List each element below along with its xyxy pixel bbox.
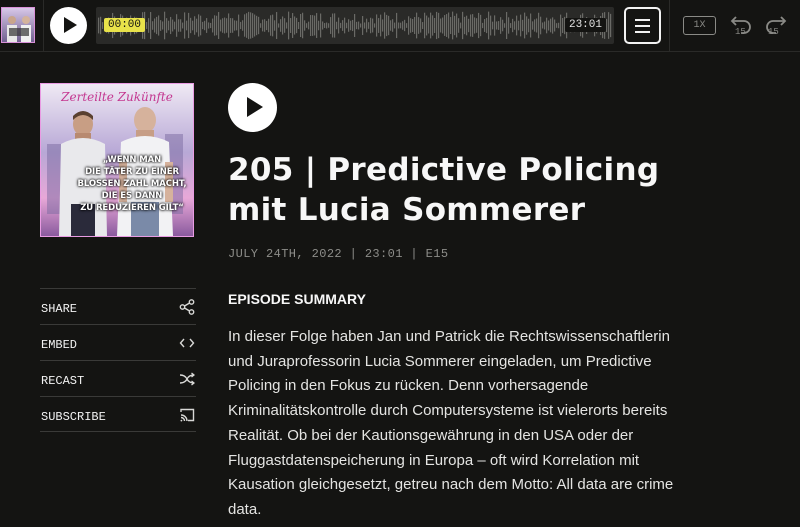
current-time: 00:00 <box>104 18 146 32</box>
episode-summary: In dieser Folge haben Jan und Patrick di… <box>228 325 708 523</box>
mini-cover-thumbnail[interactable] <box>1 7 35 43</box>
summary-line: Kausation gleichgesetzt, getreu nach dem… <box>228 476 674 494</box>
subscribe-label: SUBSCRIBE <box>41 410 106 424</box>
cover-quote-line: ZU REDUZIEREN GILT“ <box>80 203 184 213</box>
subscribe-action[interactable]: SUBSCRIBE <box>40 396 196 432</box>
cover-title: Zerteilte Zukünfte <box>61 90 173 104</box>
hamburger-icon-line <box>635 25 650 27</box>
bar-divider <box>43 0 44 52</box>
player-bar: 00:00 23:01 1X 15 15 <box>0 0 800 52</box>
summary-line: In dieser Folge haben Jan und Patrick di… <box>228 328 670 345</box>
summary-line: Policing in den Fokus zu rücken. Denn vo… <box>228 377 589 395</box>
recast-action[interactable]: RECAST <box>40 360 196 396</box>
hamburger-icon-line <box>635 19 650 21</box>
waveform-scrubber[interactable]: 00:00 23:01 <box>96 7 614 44</box>
episode-cover-art: Zerteilte Zukünfte „WENN MAN DIE TÄTER Z… <box>40 83 194 237</box>
episode-title-line: mit Lucia Sommerer <box>228 192 586 228</box>
episode-title: 205 | Predictive Policing mit Lucia Somm… <box>228 150 748 230</box>
code-icon <box>179 335 195 351</box>
bar-divider <box>669 0 670 52</box>
summary-line: Kriminalitätskontrolle durch Computersys… <box>228 402 668 420</box>
playback-speed-button[interactable]: 1X <box>683 16 716 35</box>
cover-quote-line: DIE TÄTER ZU EINER <box>85 167 179 177</box>
total-time: 23:01 <box>564 18 606 32</box>
embed-label: EMBED <box>41 338 78 352</box>
mini-play-button[interactable] <box>50 7 87 44</box>
menu-button[interactable] <box>624 7 661 44</box>
cover-quote-line: DIE ES DANN <box>101 191 163 201</box>
summary-line: Realität. Ob bei der Kautionsgewährung i… <box>228 426 634 444</box>
cast-icon <box>179 407 195 423</box>
cover-quote: „WENN MAN DIE TÄTER ZU EINER BLOSSEN ZAH… <box>77 154 187 214</box>
share-label: SHARE <box>41 302 78 316</box>
episode-actions: SHARE EMBED RECAST SUBSCRIBE <box>40 288 196 432</box>
summary-line: und Juraprofessorin Lucia Sommerer einge… <box>228 352 652 370</box>
hamburger-icon-line <box>635 31 650 33</box>
episode-title-line: 205 | Predictive Policing <box>228 152 660 188</box>
cover-quote-line: BLOSSEN ZAHL MACHT, <box>77 179 187 189</box>
share-action[interactable]: SHARE <box>40 288 196 324</box>
embed-action[interactable]: EMBED <box>40 324 196 360</box>
share-icon <box>179 299 195 315</box>
episode-meta: JULY 24TH, 2022 | 23:01 | E15 <box>228 247 449 261</box>
recast-icon <box>179 371 195 387</box>
summary-heading: EPISODE SUMMARY <box>228 291 366 307</box>
skip-back-button[interactable]: 15 <box>729 12 755 40</box>
summary-line: Fluggastdatenspeicherung in Europa – oft… <box>228 451 640 469</box>
recast-label: RECAST <box>41 374 85 388</box>
skip-back-seconds: 15 <box>735 27 746 37</box>
waveform-graphic <box>98 11 612 40</box>
skip-forward-seconds: 15 <box>768 27 779 37</box>
summary-line: data. <box>228 500 262 518</box>
episode-play-button[interactable] <box>228 83 277 132</box>
skip-forward-button[interactable]: 15 <box>762 12 788 40</box>
cover-quote-line: „WENN MAN <box>102 155 162 165</box>
